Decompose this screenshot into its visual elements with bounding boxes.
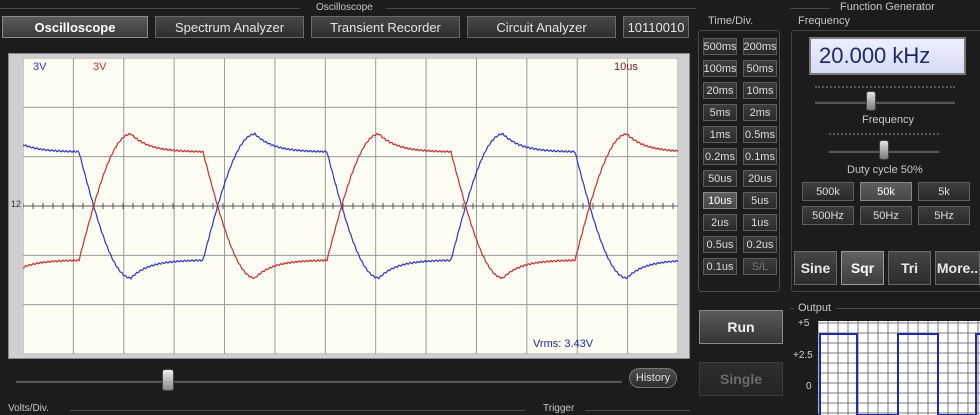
timebase-button-0-1ms[interactable]: 0.1ms <box>743 148 777 165</box>
horizontal-position-track[interactable] <box>16 380 622 383</box>
function-generator-title: Function Generator <box>840 1 935 13</box>
timebase-button-0-2ms[interactable]: 0.2ms <box>703 148 737 165</box>
timebase-label: 10us <box>614 61 638 73</box>
timebase-button-10us[interactable]: 10us <box>703 192 737 209</box>
scope-trace-area <box>23 58 678 354</box>
timebase-button-5us[interactable]: 5us <box>743 192 777 209</box>
volts-div-title: Volts/Div. <box>8 403 49 414</box>
output-y-label-zero: 0 <box>806 381 812 392</box>
timebase-button-1us[interactable]: 1us <box>743 214 777 231</box>
timebase-button-10ms[interactable]: 10ms <box>743 82 777 99</box>
frequency-slider-thumb[interactable] <box>866 91 876 111</box>
frequency-display: 20.000 kHz <box>809 37 966 75</box>
timebase-button-0-5ms[interactable]: 0.5ms <box>743 126 777 143</box>
trigger-title: Trigger <box>543 403 575 414</box>
oscilloscope-section-title: Oscilloscope <box>316 2 373 13</box>
timebase-button-s-l[interactable]: S/L <box>743 258 777 275</box>
waveform-sine-button[interactable]: Sine <box>794 251 837 285</box>
ch1-scale-label: 3V <box>33 61 47 73</box>
tab-circuit-analyzer[interactable]: Circuit Analyzer <box>467 16 616 38</box>
range-button-500k[interactable]: 500k <box>802 182 854 201</box>
timebase-button-50ms[interactable]: 50ms <box>743 60 777 77</box>
range-button-5hz[interactable]: 5Hz <box>918 206 970 225</box>
scope-frame: 3V 3V 10us Vrms: 3.43V 12 <box>8 53 690 359</box>
range-button-50k[interactable]: 50k <box>860 182 912 201</box>
waveform-square-button[interactable]: Sqr <box>841 251 884 285</box>
timebase-button-20ms[interactable]: 20ms <box>703 82 737 99</box>
output-title: Output <box>798 302 832 314</box>
frequency-title: Frequency <box>798 15 850 27</box>
vrms-measurement: Vrms: 3.43V <box>533 338 594 350</box>
waveform-triangle-button[interactable]: Tri <box>888 251 931 285</box>
duty-cycle-slider-thumb[interactable] <box>879 140 889 160</box>
tab-transient-recorder[interactable]: Transient Recorder <box>311 16 460 38</box>
output-y-label-mid: +2.5 <box>793 350 813 361</box>
range-button-5k[interactable]: 5k <box>918 182 970 201</box>
range-button-500hz[interactable]: 500Hz <box>802 206 854 225</box>
single-button[interactable]: Single <box>699 362 783 396</box>
timebase-button-2us[interactable]: 2us <box>703 214 737 231</box>
timebase-button-500ms[interactable]: 500ms <box>703 38 737 55</box>
timebase-button-0-2us[interactable]: 0.2us <box>743 236 777 253</box>
horizontal-position-thumb[interactable] <box>161 369 174 391</box>
timebase-button-20us[interactable]: 20us <box>743 170 777 187</box>
range-button-50hz[interactable]: 50Hz <box>860 206 912 225</box>
timebase-button-100ms[interactable]: 100ms <box>703 60 737 77</box>
tab-digital[interactable]: 10110010 <box>623 16 689 38</box>
run-button[interactable]: Run <box>699 310 783 344</box>
output-waveform-preview <box>817 321 980 415</box>
frequency-slider-label: Frequency <box>862 114 914 126</box>
timebase-button-2ms[interactable]: 2ms <box>743 104 777 121</box>
ch2-scale-label: 3V <box>93 61 107 73</box>
tab-spectrum-analyzer[interactable]: Spectrum Analyzer <box>155 16 304 38</box>
timebase-button-5ms[interactable]: 5ms <box>703 104 737 121</box>
timebase-button-1ms[interactable]: 1ms <box>703 126 737 143</box>
history-button[interactable]: History <box>629 368 677 388</box>
timebase-button-0-5us[interactable]: 0.5us <box>703 236 737 253</box>
waveform-more-button[interactable]: More.. <box>935 251 980 285</box>
timebase-button-50us[interactable]: 50us <box>703 170 737 187</box>
tab-oscilloscope[interactable]: Oscilloscope <box>2 16 148 38</box>
timebase-button-200ms[interactable]: 200ms <box>743 38 777 55</box>
time-div-title: Time/Div. <box>708 15 754 27</box>
timebase-button-0-1us[interactable]: 0.1us <box>703 258 737 275</box>
frequency-slider-track[interactable] <box>815 101 955 104</box>
duty-cycle-label: Duty cycle 50% <box>847 164 923 176</box>
scope-screen[interactable]: 3V 3V 10us Vrms: 3.43V <box>23 58 678 354</box>
output-y-label-max: +5 <box>798 318 810 329</box>
trigger-marker-label: 12 <box>11 199 22 209</box>
